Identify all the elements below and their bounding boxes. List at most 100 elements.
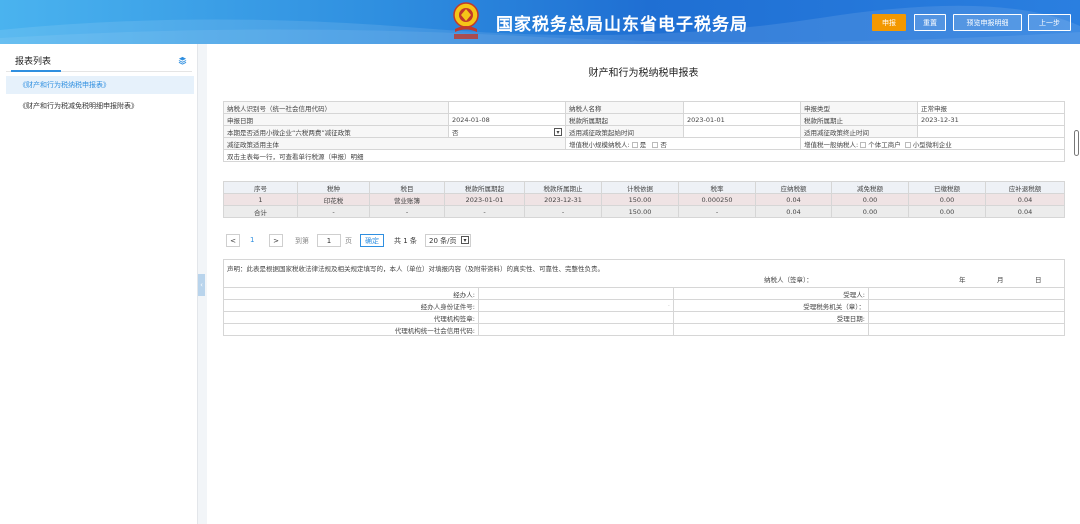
table-cell: 0.00 — [831, 193, 909, 206]
reduce-subject-label: 减征政策适用主体 — [223, 137, 566, 150]
reduce-end-value[interactable] — [917, 125, 1065, 138]
chevron-down-icon[interactable]: ▾ — [461, 236, 469, 244]
report-list-sidebar: 报表列表 《财产和行为税纳税申报表》 《财产和行为税减免税明细申报附表》 — [0, 44, 198, 524]
tax-office-label: 受理税务机关（章）： — [673, 299, 869, 312]
tax-office-value — [868, 299, 1065, 312]
agent-label: 经办人: — [223, 287, 479, 300]
table-cell: 0.00 — [908, 193, 986, 206]
column-header: 税率 — [678, 181, 756, 194]
general-vat-cell: 增值税一般纳税人: 个体工商户 小型微利企业 — [800, 137, 1065, 150]
reset-button[interactable]: 重置 — [914, 14, 946, 31]
table-cell: 营业账簿 — [369, 193, 445, 206]
report-title: 财产和行为税纳税申报表 — [588, 68, 699, 79]
current-page-number[interactable]: 1 — [250, 236, 254, 244]
period-start-value[interactable]: 2023-01-01 — [683, 113, 801, 126]
sidebar-item-reduction-schedule[interactable]: 《财产和行为税减免税明细申报附表》 — [6, 97, 194, 115]
page-size-select[interactable]: 20 条/页 ▾ — [425, 234, 471, 247]
day-label: 日 — [1035, 276, 1042, 284]
column-header: 税种 — [297, 181, 370, 194]
no-label: 否 — [660, 140, 667, 149]
reduce-end-label: 适用减征政策终止时间 — [800, 125, 918, 138]
yes-label: 是 — [639, 140, 647, 149]
declaration-table: 声明：此表是根据国家税收法律法规及相关规定填写的，本人（单位）对填报内容（及附带… — [223, 259, 1065, 336]
table-cell: - — [678, 205, 756, 218]
agent-id-value[interactable]: · — [478, 299, 674, 312]
agent-id-label: 经办人身份证件号: — [223, 299, 479, 312]
individual-business-label: 个体工商户 — [868, 140, 901, 149]
table-cell: - — [444, 205, 525, 218]
small-vat-yes-checkbox[interactable] — [631, 141, 638, 148]
table-cell: 2023-12-31 — [524, 193, 602, 206]
table-cell: 0.04 — [985, 205, 1065, 218]
confirm-page-button[interactable]: 确定 — [360, 234, 384, 247]
table-cell: 0.04 — [755, 193, 832, 206]
table-cell: 0.04 — [755, 205, 832, 218]
taxpayer-name-value[interactable] — [683, 101, 801, 114]
page-size-value: 20 条/页 — [429, 237, 457, 245]
declaration-date-label: 申报日期 — [223, 113, 449, 126]
table-cell: - — [297, 205, 370, 218]
table-cell: 合计 — [223, 205, 298, 218]
six-tax-policy-value: 否 — [452, 128, 459, 137]
submit-declaration-button[interactable]: 申报 — [872, 14, 906, 31]
empty-cell — [673, 323, 869, 336]
agency-seal-value[interactable] — [478, 311, 674, 324]
receive-date-label: 受理日期: — [673, 311, 869, 324]
sidebar-item-main-report[interactable]: 《财产和行为税纳税申报表》 — [6, 76, 194, 94]
agency-code-value[interactable] — [478, 323, 674, 336]
total-row: 合计 - - - - 150.00 - 0.04 0.00 0.00 0.04 — [223, 205, 1065, 218]
taxpayer-info-table: 纳税人识别号（统一社会信用代码） 纳税人名称 申报类型 正常申报 申报日期 20… — [223, 101, 1065, 162]
prev-page-button[interactable]: < — [226, 234, 240, 247]
sidebar-title-underline — [11, 70, 61, 72]
total-count: 共 1 条 — [394, 237, 417, 245]
table-cell: - — [524, 205, 602, 218]
reduce-start-label: 适用减征政策起始时间 — [565, 125, 684, 138]
page-unit-label: 页 — [345, 237, 352, 245]
double-click-hint: 双击主表每一行，可查看单行税源（申报）明细 — [223, 149, 1065, 162]
column-header: 计税依据 — [601, 181, 679, 194]
app-title: 国家税务总局山东省电子税务局 — [496, 15, 748, 35]
period-end-label: 税款所属期止 — [800, 113, 918, 126]
taxpayer-id-label: 纳税人识别号（统一社会信用代码） — [223, 101, 449, 114]
column-header: 序号 — [223, 181, 298, 194]
receiver-value — [868, 287, 1065, 300]
taxpayer-name-label: 纳税人名称 — [565, 101, 684, 114]
receiver-label: 受理人: — [673, 287, 869, 300]
taxpayer-id-value[interactable] — [448, 101, 566, 114]
six-tax-policy-select[interactable]: 否 ▾ — [448, 125, 566, 138]
declaration-date-value[interactable]: 2024-01-08 — [448, 113, 566, 126]
taxpayer-signature-label: 纳税人（签章）： — [764, 276, 813, 284]
report-list-title: 报表列表 — [15, 57, 52, 67]
table-cell: 2023-01-01 — [444, 193, 525, 206]
table-cell: 150.00 — [601, 205, 679, 218]
column-header: 应纳税额 — [755, 181, 832, 194]
sidebar-collapse-toggle[interactable]: ‹ — [198, 274, 205, 296]
column-header: 减免税额 — [831, 181, 909, 194]
table-cell: 0.00 — [908, 205, 986, 218]
report-content: 财产和行为税纳税申报表 纳税人识别号（统一社会信用代码） 纳税人名称 申报类型 … — [207, 44, 1080, 524]
year-label: 年 — [959, 276, 966, 284]
column-header: 已缴税额 — [908, 181, 986, 194]
small-vat-no-checkbox[interactable] — [652, 141, 659, 148]
layers-icon[interactable] — [178, 56, 187, 65]
column-header: 税款所属期起 — [444, 181, 525, 194]
previous-step-button[interactable]: 上一步 — [1028, 14, 1071, 31]
reduce-start-value[interactable] — [683, 125, 801, 138]
chevron-down-icon[interactable]: ▾ — [554, 127, 562, 136]
table-cell: 0.000250 — [678, 193, 756, 206]
table-row[interactable]: 1 印花税 营业账簿 2023-01-01 2023-12-31 150.00 … — [223, 193, 1065, 206]
goto-page-input[interactable]: 1 — [317, 234, 341, 247]
vertical-scrollbar[interactable] — [1074, 130, 1079, 156]
six-tax-policy-label: 本期是否适用小微企业“六税两费”减征政策 — [223, 125, 449, 138]
agency-code-label: 代理机构统一社会信用代码: — [223, 323, 479, 336]
micro-enterprise-checkbox[interactable] — [904, 141, 911, 148]
period-end-value[interactable]: 2023-12-31 — [917, 113, 1065, 126]
individual-business-checkbox[interactable] — [860, 141, 867, 148]
general-vat-label: 增值税一般纳税人: — [804, 140, 859, 149]
month-label: 月 — [997, 276, 1004, 284]
micro-enterprise-label: 小型微利企业 — [912, 140, 952, 149]
next-page-button[interactable]: > — [269, 234, 283, 247]
agent-value[interactable] — [478, 287, 674, 300]
preview-details-button[interactable]: 预览申报明细 — [953, 14, 1022, 31]
small-vat-cell: 增值税小规模纳税人: 是 否 — [565, 137, 801, 150]
